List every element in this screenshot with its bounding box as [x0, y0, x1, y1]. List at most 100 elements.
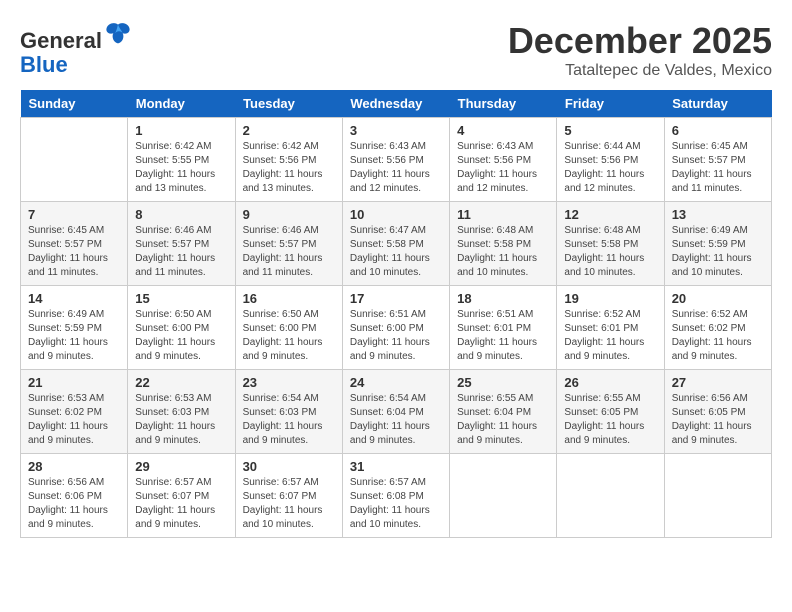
day-info: Sunrise: 6:56 AM Sunset: 6:05 PM Dayligh… [672, 392, 764, 448]
day-info: Sunrise: 6:46 AM Sunset: 5:57 PM Dayligh… [135, 224, 227, 280]
day-number: 17 [350, 291, 442, 306]
day-info: Sunrise: 6:54 AM Sunset: 6:04 PM Dayligh… [350, 392, 442, 448]
header-day-thursday: Thursday [450, 90, 557, 118]
week-row-5: 28Sunrise: 6:56 AM Sunset: 6:06 PM Dayli… [21, 454, 772, 538]
day-number: 9 [243, 207, 335, 222]
calendar-cell: 22 Sunrise: 6:53 AM Sunset: 6:03 PM Dayli… [128, 370, 235, 454]
month-title: December 2025 [508, 20, 772, 62]
day-number: 10 [350, 207, 442, 222]
calendar-cell: 16 Sunrise: 6:50 AM Sunset: 6:00 PM Dayli… [235, 286, 342, 370]
day-info: Sunrise: 6:53 AM Sunset: 6:03 PM Dayligh… [135, 392, 227, 448]
day-info: Sunrise: 6:52 AM Sunset: 6:01 PM Dayligh… [564, 308, 656, 364]
title-block: December 2025 Tataltepec de Valdes, Mexi… [508, 20, 772, 80]
calendar-cell: 15 Sunrise: 6:50 AM Sunset: 6:00 PM Dayli… [128, 286, 235, 370]
calendar-cell: 5 Sunrise: 6:44 AM Sunset: 5:56 PM Daylig… [557, 118, 664, 202]
day-info: Sunrise: 6:42 AM Sunset: 5:56 PM Dayligh… [243, 140, 335, 196]
day-number: 27 [672, 375, 764, 390]
day-number: 21 [28, 375, 120, 390]
day-number: 4 [457, 123, 549, 138]
day-info: Sunrise: 6:48 AM Sunset: 5:58 PM Dayligh… [457, 224, 549, 280]
day-info: Sunrise: 6:55 AM Sunset: 6:04 PM Dayligh… [457, 392, 549, 448]
day-info: Sunrise: 6:47 AM Sunset: 5:58 PM Dayligh… [350, 224, 442, 280]
header-day-wednesday: Wednesday [342, 90, 449, 118]
week-row-2: 7Sunrise: 6:45 AM Sunset: 5:57 PM Daylig… [21, 202, 772, 286]
header-row: SundayMondayTuesdayWednesdayThursdayFrid… [21, 90, 772, 118]
calendar-cell: 7Sunrise: 6:45 AM Sunset: 5:57 PM Daylig… [21, 202, 128, 286]
day-info: Sunrise: 6:56 AM Sunset: 6:06 PM Dayligh… [28, 476, 120, 532]
day-number: 26 [564, 375, 656, 390]
calendar-cell: 10 Sunrise: 6:47 AM Sunset: 5:58 PM Dayli… [342, 202, 449, 286]
day-info: Sunrise: 6:52 AM Sunset: 6:02 PM Dayligh… [672, 308, 764, 364]
day-number: 22 [135, 375, 227, 390]
day-info: Sunrise: 6:48 AM Sunset: 5:58 PM Dayligh… [564, 224, 656, 280]
calendar-cell: 24 Sunrise: 6:54 AM Sunset: 6:04 PM Dayli… [342, 370, 449, 454]
day-info: Sunrise: 6:46 AM Sunset: 5:57 PM Dayligh… [243, 224, 335, 280]
calendar-cell: 28Sunrise: 6:56 AM Sunset: 6:06 PM Dayli… [21, 454, 128, 538]
calendar-cell [557, 454, 664, 538]
calendar-cell: 25 Sunrise: 6:55 AM Sunset: 6:04 PM Dayli… [450, 370, 557, 454]
location-title: Tataltepec de Valdes, Mexico [508, 62, 772, 80]
day-info: Sunrise: 6:44 AM Sunset: 5:56 PM Dayligh… [564, 140, 656, 196]
day-number: 14 [28, 291, 120, 306]
page-header: General Blue December 2025 Tataltepec de… [20, 20, 772, 80]
calendar-cell: 31Sunrise: 6:57 AM Sunset: 6:08 PM Dayli… [342, 454, 449, 538]
logo-bird-icon [104, 20, 132, 48]
calendar-cell: 1 Sunrise: 6:42 AM Sunset: 5:55 PM Daylig… [128, 118, 235, 202]
week-row-4: 21Sunrise: 6:53 AM Sunset: 6:02 PM Dayli… [21, 370, 772, 454]
day-number: 30 [243, 459, 335, 474]
day-number: 1 [135, 123, 227, 138]
day-number: 11 [457, 207, 549, 222]
logo: General Blue [20, 20, 132, 77]
day-number: 3 [350, 123, 442, 138]
calendar-cell: 8Sunrise: 6:46 AM Sunset: 5:57 PM Daylig… [128, 202, 235, 286]
calendar-cell: 12 Sunrise: 6:48 AM Sunset: 5:58 PM Dayli… [557, 202, 664, 286]
day-number: 18 [457, 291, 549, 306]
day-number: 23 [243, 375, 335, 390]
day-number: 29 [135, 459, 227, 474]
day-number: 12 [564, 207, 656, 222]
calendar-cell: 13Sunrise: 6:49 AM Sunset: 5:59 PM Dayli… [664, 202, 771, 286]
day-number: 13 [672, 207, 764, 222]
calendar-cell [450, 454, 557, 538]
calendar-cell: 27 Sunrise: 6:56 AM Sunset: 6:05 PM Dayli… [664, 370, 771, 454]
calendar-cell: 3Sunrise: 6:43 AM Sunset: 5:56 PM Daylig… [342, 118, 449, 202]
day-number: 31 [350, 459, 442, 474]
day-info: Sunrise: 6:57 AM Sunset: 6:07 PM Dayligh… [243, 476, 335, 532]
week-row-3: 14Sunrise: 6:49 AM Sunset: 5:59 PM Dayli… [21, 286, 772, 370]
calendar-cell: 29 Sunrise: 6:57 AM Sunset: 6:07 PM Dayli… [128, 454, 235, 538]
calendar-cell: 20 Sunrise: 6:52 AM Sunset: 6:02 PM Dayli… [664, 286, 771, 370]
day-info: Sunrise: 6:50 AM Sunset: 6:00 PM Dayligh… [243, 308, 335, 364]
calendar-cell: 18 Sunrise: 6:51 AM Sunset: 6:01 PM Dayli… [450, 286, 557, 370]
day-number: 19 [564, 291, 656, 306]
day-number: 5 [564, 123, 656, 138]
day-info: Sunrise: 6:55 AM Sunset: 6:05 PM Dayligh… [564, 392, 656, 448]
calendar-cell [664, 454, 771, 538]
day-info: Sunrise: 6:42 AM Sunset: 5:55 PM Dayligh… [135, 140, 227, 196]
calendar-cell: 2Sunrise: 6:42 AM Sunset: 5:56 PM Daylig… [235, 118, 342, 202]
calendar-cell [21, 118, 128, 202]
day-info: Sunrise: 6:45 AM Sunset: 5:57 PM Dayligh… [672, 140, 764, 196]
header-day-sunday: Sunday [21, 90, 128, 118]
day-info: Sunrise: 6:50 AM Sunset: 6:00 PM Dayligh… [135, 308, 227, 364]
header-day-friday: Friday [557, 90, 664, 118]
day-info: Sunrise: 6:51 AM Sunset: 6:01 PM Dayligh… [457, 308, 549, 364]
day-number: 20 [672, 291, 764, 306]
logo-blue: Blue [20, 52, 68, 77]
day-info: Sunrise: 6:57 AM Sunset: 6:07 PM Dayligh… [135, 476, 227, 532]
calendar-cell: 9 Sunrise: 6:46 AM Sunset: 5:57 PM Daylig… [235, 202, 342, 286]
calendar-cell: 14Sunrise: 6:49 AM Sunset: 5:59 PM Dayli… [21, 286, 128, 370]
week-row-1: 1 Sunrise: 6:42 AM Sunset: 5:55 PM Daylig… [21, 118, 772, 202]
logo-general: General [20, 28, 102, 53]
calendar-cell: 6Sunrise: 6:45 AM Sunset: 5:57 PM Daylig… [664, 118, 771, 202]
day-number: 16 [243, 291, 335, 306]
day-info: Sunrise: 6:45 AM Sunset: 5:57 PM Dayligh… [28, 224, 120, 280]
day-number: 15 [135, 291, 227, 306]
header-day-saturday: Saturday [664, 90, 771, 118]
day-number: 25 [457, 375, 549, 390]
calendar-table: SundayMondayTuesdayWednesdayThursdayFrid… [20, 90, 772, 538]
day-number: 24 [350, 375, 442, 390]
calendar-cell: 26 Sunrise: 6:55 AM Sunset: 6:05 PM Dayli… [557, 370, 664, 454]
calendar-cell: 11 Sunrise: 6:48 AM Sunset: 5:58 PM Dayli… [450, 202, 557, 286]
day-info: Sunrise: 6:51 AM Sunset: 6:00 PM Dayligh… [350, 308, 442, 364]
calendar-cell: 21Sunrise: 6:53 AM Sunset: 6:02 PM Dayli… [21, 370, 128, 454]
